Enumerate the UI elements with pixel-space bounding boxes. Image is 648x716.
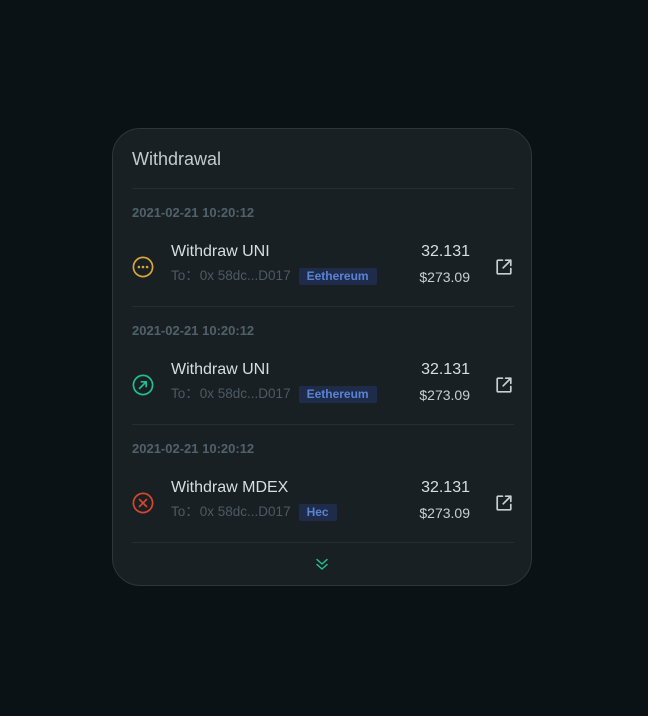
x-circle-icon [132,492,154,514]
transaction-row[interactable]: Withdraw MDEX To： 0x 58dc...D017 Hec 32.… [132,478,514,528]
chain-badge: Eethereum [298,385,377,403]
to-address: 0x 58dc...D017 [199,268,291,283]
external-link-icon[interactable] [494,375,514,395]
transaction-recipient: To： 0x 58dc...D017 Eethereum [171,267,377,285]
divider [132,424,514,425]
withdrawal-card: Withdrawal 2021-02-21 10:20:12 Withdraw … [112,128,532,586]
divider [132,188,514,189]
transaction-title: Withdraw UNI [171,243,270,260]
token-amount: 32.131 [421,243,470,260]
usd-value: $273.09 [419,269,470,285]
transaction-date: 2021-02-21 10:20:12 [132,323,255,338]
card-title: Withdrawal [132,149,222,169]
transaction-recipient: To： 0x 58dc...D017 Eethereum [171,385,377,403]
transaction-row[interactable]: Withdraw UNI To： 0x 58dc...D017 Eethereu… [132,360,514,410]
to-label: To： [171,504,199,519]
pending-dots-icon [132,256,154,278]
transaction-date: 2021-02-21 10:20:12 [132,441,255,456]
to-label: To： [171,386,199,401]
divider [132,542,514,543]
token-amount: 32.131 [421,361,470,378]
transaction-date: 2021-02-21 10:20:12 [132,205,255,220]
transaction-row[interactable]: Withdraw UNI To： 0x 58dc...D017 Eethereu… [132,242,514,292]
external-link-icon[interactable] [494,493,514,513]
arrow-up-right-circle-icon [132,374,154,396]
to-address: 0x 58dc...D017 [199,504,291,519]
external-link-icon[interactable] [494,257,514,277]
transaction-title: Withdraw UNI [171,361,270,378]
double-chevron-down-icon[interactable] [313,555,331,573]
divider [132,306,514,307]
chain-badge: Hec [298,503,337,521]
token-amount: 32.131 [421,479,470,496]
to-address: 0x 58dc...D017 [199,386,291,401]
usd-value: $273.09 [419,387,470,403]
transaction-title: Withdraw MDEX [171,479,289,496]
usd-value: $273.09 [419,505,470,521]
chain-badge: Eethereum [298,267,377,285]
to-label: To： [171,268,199,283]
transaction-recipient: To： 0x 58dc...D017 Hec [171,503,337,521]
